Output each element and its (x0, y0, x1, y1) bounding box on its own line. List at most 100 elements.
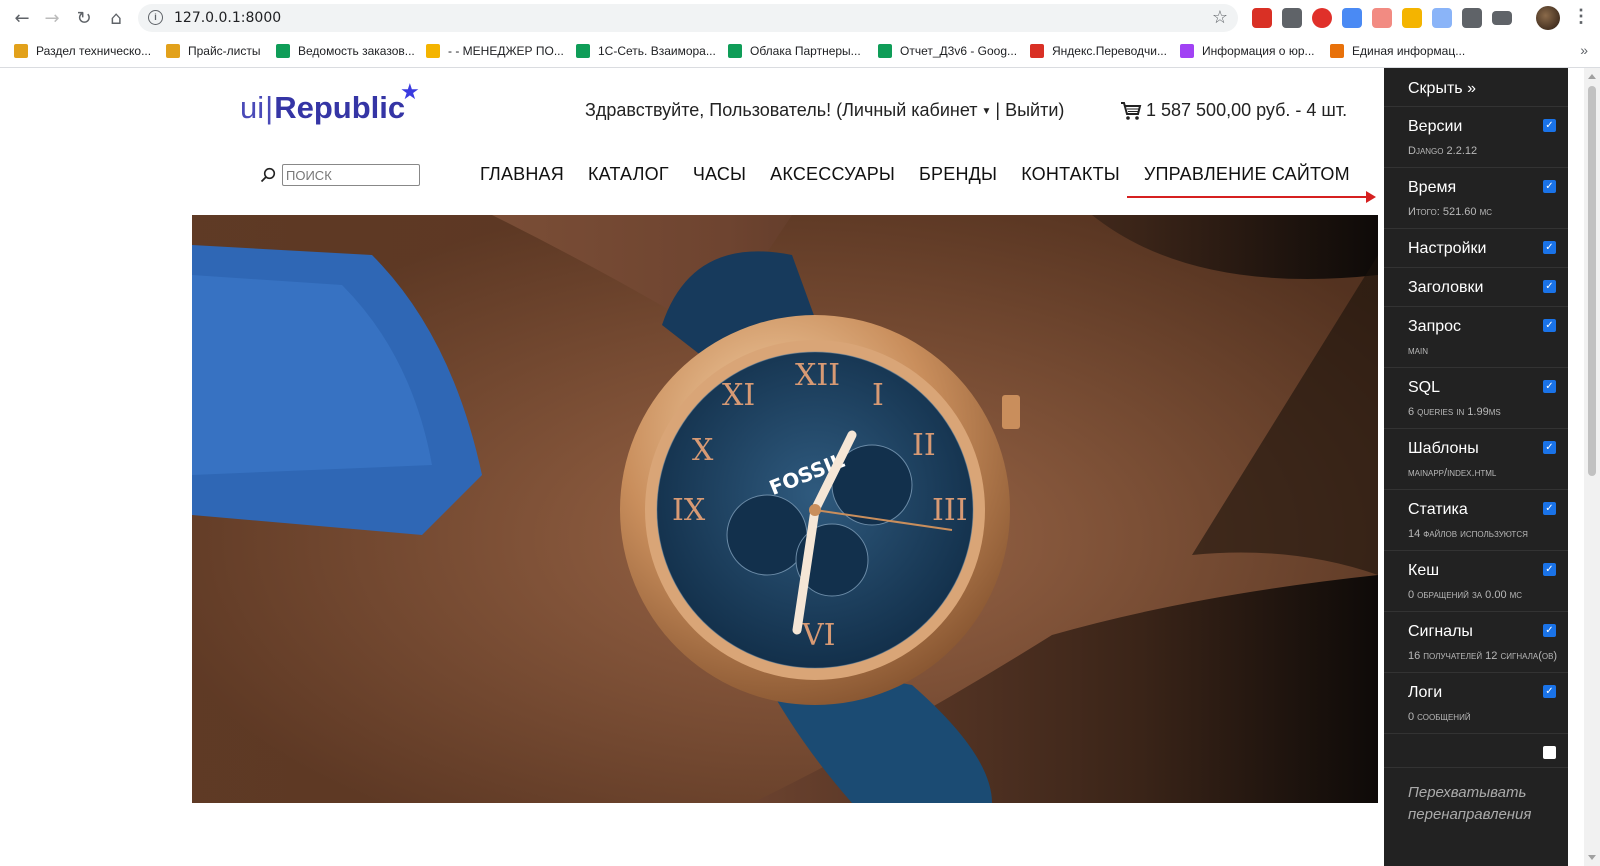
debug-panel-item[interactable]: Статика 14 файлов используются ✓ (1384, 490, 1568, 551)
scrollbar-thumb[interactable] (1588, 86, 1596, 476)
debug-panel-checkbox[interactable]: ✓ (1543, 280, 1556, 293)
nav-accessories[interactable]: АКСЕССУАРЫ (770, 164, 895, 185)
debug-panel-item[interactable]: Время Итого: 521.60 мс ✓ (1384, 168, 1568, 229)
debug-panel-checkbox[interactable]: ✓ (1543, 380, 1556, 393)
bookmark-label: Прайс-листы (188, 44, 261, 58)
debug-panel-checkbox[interactable]: ✓ (1543, 746, 1556, 759)
logo-ui: ui (240, 90, 265, 125)
debug-panel-checkbox[interactable]: ✓ (1543, 180, 1556, 193)
debug-panel-item[interactable]: Запрос main ✓ (1384, 307, 1568, 368)
bookmark-item[interactable]: Единая информац... (1330, 42, 1465, 60)
svg-text:IX: IX (672, 493, 706, 528)
nav-catalog[interactable]: КАТАЛОГ (588, 164, 669, 185)
forward-icon[interactable]: → (40, 6, 64, 30)
site-logo[interactable]: ui|Republic (240, 90, 405, 126)
nav-home[interactable]: ГЛАВНАЯ (480, 164, 564, 185)
bookmark-item[interactable]: Прайс-листы (166, 42, 261, 60)
bookmark-item[interactable]: - - МЕНЕДЖЕР ПО... (426, 42, 564, 60)
extension-icon[interactable] (1402, 8, 1422, 28)
bookmark-favicon-icon (878, 44, 892, 58)
bookmark-label: Информация о юр... (1202, 44, 1315, 58)
debug-panel-item[interactable]: SQL 6 queries in 1.99ms ✓ (1384, 368, 1568, 429)
nav-brands[interactable]: БРЕНДЫ (919, 164, 997, 185)
profile-avatar[interactable] (1536, 6, 1560, 30)
scroll-down-icon[interactable] (1588, 855, 1596, 860)
back-icon[interactable]: ← (10, 6, 34, 30)
extension-icon[interactable] (1282, 8, 1302, 28)
user-greeting: Здравствуйте, Пользователь! (Личный каби… (585, 100, 1064, 121)
adblock-extension-icon[interactable] (1252, 8, 1272, 28)
search-input[interactable] (282, 164, 420, 186)
debug-panel-item[interactable]: ✓ (1384, 734, 1568, 768)
debug-panel-subtitle: Итого: 521.60 мс (1408, 206, 1493, 218)
search-icon[interactable] (260, 167, 276, 183)
scroll-up-icon[interactable] (1588, 74, 1596, 79)
bookmark-label: Яндекс.Переводчи... (1052, 44, 1167, 58)
reading-list-icon[interactable] (1492, 11, 1512, 25)
bookmark-star-icon[interactable]: ☆ (1212, 7, 1228, 28)
site-info-icon[interactable]: i (148, 10, 163, 25)
bookmark-item[interactable]: Раздел техническо... (14, 42, 151, 60)
debug-panel-subtitle: 6 queries in 1.99ms (1408, 406, 1501, 418)
cart-icon (1121, 101, 1142, 120)
logo-bar: | (265, 90, 274, 125)
bookmark-favicon-icon (276, 44, 290, 58)
debug-panel-checkbox[interactable]: ✓ (1543, 563, 1556, 576)
debug-panel-subtitle: 14 файлов используются (1408, 528, 1528, 540)
bookmark-label: Облака Партнеры... (750, 44, 861, 58)
url-text[interactable]: 127.0.0.1:8000 (174, 10, 281, 26)
extensions-puzzle-icon[interactable] (1462, 8, 1482, 28)
bookmark-item[interactable]: Информация о юр... (1180, 42, 1315, 60)
translate-extension-icon[interactable] (1342, 8, 1362, 28)
address-bar[interactable]: i 127.0.0.1:8000 ☆ (138, 4, 1238, 32)
cart-summary[interactable]: 1 587 500,00 руб. - 4 шт. (1120, 100, 1347, 121)
reload-icon[interactable]: ↻ (72, 6, 96, 30)
bookmark-item[interactable]: Ведомость заказов... (276, 42, 415, 60)
bookmark-item[interactable]: Отчет_Д3v6 - Goog... (878, 42, 1017, 60)
debug-panel-item[interactable]: Заголовки ✓ (1384, 268, 1568, 307)
off-extension-icon[interactable] (1432, 8, 1452, 28)
page-scrollbar[interactable] (1584, 68, 1600, 866)
bookmarks-more-icon[interactable]: » (1580, 42, 1588, 58)
debug-panel-checkbox[interactable]: ✓ (1543, 241, 1556, 254)
debug-panel-item[interactable]: Шаблоны mainapp/index.html ✓ (1384, 429, 1568, 490)
bookmark-label: 1С-Сеть. Взаимора... (598, 44, 716, 58)
debug-panel-item[interactable]: Сигналы 16 получателей 12 сигнала(ов) ✓ (1384, 612, 1568, 673)
bookmark-label: Единая информац... (1352, 44, 1466, 58)
extension-icon[interactable] (1372, 8, 1392, 28)
bookmark-item[interactable]: Яндекс.Переводчи... (1030, 42, 1167, 60)
debug-panel-item[interactable]: Кеш 0 обращений за 0.00 мс ✓ (1384, 551, 1568, 612)
debug-panel-subtitle: 16 получателей 12 сигнала(ов) (1408, 650, 1558, 662)
hero-image: XII III VI IX I II XI X FOSSIL (192, 215, 1378, 803)
bookmark-item[interactable]: 1С-Сеть. Взаимора... (576, 42, 716, 60)
logo-star-icon: ★ (400, 80, 420, 105)
dropdown-caret-icon[interactable]: ▼ (982, 106, 992, 117)
debug-panel-checkbox[interactable]: ✓ (1543, 319, 1556, 332)
opera-extension-icon[interactable] (1312, 8, 1332, 28)
debug-toolbar: Скрыть » Версии Django 2.2.12 ✓ Время Итого:… (1384, 68, 1568, 866)
debug-panel-checkbox[interactable]: ✓ (1543, 502, 1556, 515)
bookmark-favicon-icon (1330, 44, 1344, 58)
browser-toolbar: ← → ↻ ⌂ i 127.0.0.1:8000 ☆ ⋮ (0, 0, 1600, 36)
debug-panel-item[interactable]: Логи 0 сообщений ✓ (1384, 673, 1568, 734)
debug-panel-item[interactable]: Настройки ✓ (1384, 229, 1568, 268)
browser-menu-icon[interactable]: ⋮ (1572, 6, 1590, 27)
debug-panel-checkbox[interactable]: ✓ (1543, 685, 1556, 698)
annotation-underline (1127, 196, 1370, 198)
page-content: ui|Republic ★ Здравствуйте, Пользователь… (0, 68, 1584, 866)
search-box (260, 164, 420, 186)
bookmark-favicon-icon (1180, 44, 1194, 58)
debug-panel-item[interactable]: Версии Django 2.2.12 ✓ (1384, 107, 1568, 168)
debug-panel-checkbox[interactable]: ✓ (1543, 624, 1556, 637)
logout-link[interactable]: | Выйти) (995, 100, 1064, 120)
debug-toolbar-hide-button[interactable]: Скрыть » (1384, 68, 1568, 107)
home-icon[interactable]: ⌂ (104, 6, 128, 30)
debug-panel-checkbox[interactable]: ✓ (1543, 441, 1556, 454)
nav-watches[interactable]: ЧАСЫ (693, 164, 746, 185)
intercept-redirects-label: Перехватывать перенаправления (1408, 784, 1532, 823)
bookmark-item[interactable]: Облака Партнеры... (728, 42, 861, 60)
nav-contacts[interactable]: КОНТАКТЫ (1021, 164, 1120, 185)
debug-panel-checkbox[interactable]: ✓ (1543, 119, 1556, 132)
greeting-text[interactable]: Здравствуйте, Пользователь! (Личный каби… (585, 100, 978, 120)
nav-site-admin[interactable]: УПРАВЛЕНИЕ САЙТОМ (1144, 164, 1350, 185)
